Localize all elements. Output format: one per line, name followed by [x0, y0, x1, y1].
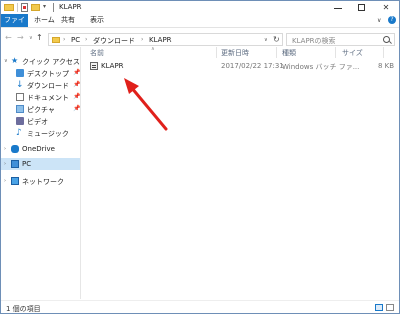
column-header-type[interactable]: 種類 [282, 47, 296, 59]
nav-item-documents[interactable]: ドキュメント 📌 [1, 91, 80, 103]
address-dropdown-icon[interactable]: ∨ [264, 37, 268, 43]
pin-icon[interactable]: 📌 [73, 69, 80, 76]
customize-quick-access-icon[interactable]: ▾ [43, 3, 46, 10]
ribbon: ファイル ホーム 共有 表示 ∨ ? [1, 14, 399, 37]
forward-arrow-icon[interactable]: → [17, 33, 24, 42]
address-bar[interactable]: › PC › ダウンロード › KLAPR ∨ ↻ [48, 33, 283, 46]
star-icon: ★ [11, 56, 19, 65]
new-folder-icon[interactable] [31, 4, 40, 11]
properties-icon[interactable] [21, 3, 28, 12]
status-bar: 1 個の項目 [1, 300, 399, 314]
nav-item-pictures[interactable]: ピクチャ 📌 [1, 103, 80, 115]
column-divider[interactable] [335, 47, 336, 58]
nav-item-label: ダウンロード [27, 82, 69, 90]
window-title: KLAPR [59, 3, 82, 11]
maximize-icon [358, 4, 365, 11]
pictures-icon [16, 105, 24, 113]
pin-icon[interactable]: 📌 [73, 81, 80, 88]
nav-item-music[interactable]: ♪ ミュージック [1, 127, 80, 139]
folder-icon [4, 4, 14, 11]
nav-item-videos[interactable]: ビデオ [1, 115, 80, 127]
breadcrumb-separator[interactable]: › [63, 36, 65, 43]
collapsed-chevron-icon[interactable]: › [4, 146, 6, 152]
divider [17, 3, 18, 12]
batch-file-icon [90, 62, 98, 70]
breadcrumb-downloads[interactable]: ダウンロード [93, 36, 135, 46]
computer-icon [11, 160, 19, 168]
minimize-button[interactable] [327, 1, 349, 14]
file-type: Windows バッチ ファ... [282, 63, 360, 71]
back-arrow-icon[interactable]: ← [5, 33, 12, 42]
nav-item-quick-access[interactable]: ∨ ★ クイック アクセス [1, 55, 80, 67]
nav-item-label: ピクチャ [27, 106, 55, 114]
document-icon [16, 93, 24, 101]
search-icon [383, 36, 390, 43]
breadcrumb-pc[interactable]: PC [71, 36, 80, 44]
desktop-icon [16, 69, 24, 77]
minimize-icon [334, 8, 342, 9]
divider [53, 3, 54, 12]
column-header-size[interactable]: サイズ [342, 47, 363, 59]
breadcrumb-klapr[interactable]: KLAPR [149, 36, 172, 44]
address-row: ← → ∨ ↑ › PC › ダウンロード › KLAPR ∨ ↻ KLAPRの… [1, 31, 399, 47]
nav-item-downloads[interactable]: ↓ ダウンロード 📌 [1, 79, 80, 91]
column-header-modified[interactable]: 更新日時 [221, 47, 249, 59]
help-icon[interactable]: ? [388, 16, 396, 24]
close-button[interactable]: ✕ [375, 1, 397, 14]
nav-item-desktop[interactable]: デスクトップ 📌 [1, 67, 80, 79]
search-box[interactable]: KLAPRの検索 [286, 33, 395, 46]
nav-item-label: PC [22, 160, 32, 168]
column-divider[interactable] [216, 47, 217, 58]
large-icons-view-icon[interactable] [386, 304, 394, 311]
tab-view[interactable]: 表示 [90, 14, 104, 27]
video-icon [16, 117, 24, 125]
nav-item-label: クイック アクセス [22, 58, 80, 66]
column-divider[interactable] [383, 47, 384, 58]
item-count: 1 個の項目 [6, 305, 41, 313]
nav-item-onedrive[interactable]: › OneDrive [1, 143, 80, 155]
tab-home[interactable]: ホーム [34, 14, 55, 27]
recent-locations-chevron-icon[interactable]: ∨ [29, 35, 33, 41]
maximize-button[interactable] [351, 1, 373, 14]
nav-item-label: デスクトップ [27, 70, 69, 78]
sort-caret-icon[interactable]: ∧ [151, 46, 155, 52]
expanded-chevron-icon[interactable]: ∨ [4, 58, 8, 64]
nav-item-label: ネットワーク [22, 178, 64, 186]
details-view-icon[interactable] [375, 304, 383, 311]
breadcrumb-separator[interactable]: › [85, 36, 87, 43]
pin-icon[interactable]: 📌 [73, 93, 80, 100]
nav-item-label: ビデオ [27, 118, 48, 126]
file-list: 名前 ∧ 更新日時 種類 サイズ KLAPR 2017/02/22 17:31 … [81, 46, 399, 299]
nav-item-label: ドキュメント [27, 94, 69, 102]
file-modified: 2017/02/22 17:31 [221, 62, 284, 70]
nav-item-label: OneDrive [22, 145, 55, 153]
network-icon [11, 177, 19, 185]
breadcrumb-separator[interactable]: › [141, 36, 143, 43]
pin-icon[interactable]: 📌 [73, 105, 80, 112]
tab-share[interactable]: 共有 [61, 14, 75, 27]
title-bar: ▾ KLAPR ✕ [1, 1, 399, 14]
search-input[interactable]: KLAPRの検索 [292, 36, 336, 46]
collapsed-chevron-icon[interactable]: › [4, 161, 6, 167]
column-header-name[interactable]: 名前 [90, 47, 104, 59]
file-name[interactable]: KLAPR [101, 62, 124, 70]
refresh-icon[interactable]: ↻ [273, 35, 280, 44]
download-arrow-icon: ↓ [16, 80, 24, 90]
music-note-icon: ♪ [16, 128, 22, 138]
nav-item-label: ミュージック [27, 130, 69, 138]
cloud-icon [11, 145, 19, 153]
expand-ribbon-icon[interactable]: ∨ [377, 17, 381, 24]
nav-item-pc[interactable]: › PC [1, 158, 80, 170]
folder-icon [52, 37, 60, 43]
table-row[interactable]: KLAPR 2017/02/22 17:31 Windows バッチ ファ...… [87, 60, 395, 72]
file-size: 8 KB [378, 62, 395, 70]
column-divider[interactable] [276, 47, 277, 58]
collapsed-chevron-icon[interactable]: › [4, 178, 6, 184]
navigation-pane: ∨ ★ クイック アクセス デスクトップ 📌 ↓ ダウンロード 📌 ドキュメント… [1, 47, 81, 299]
nav-item-network[interactable]: › ネットワーク [1, 175, 80, 187]
up-arrow-icon[interactable]: ↑ [36, 33, 43, 42]
explorer-window: ▾ KLAPR ✕ ファイル ホーム 共有 表示 ∨ ? ← → ∨ ↑ › P… [0, 0, 400, 314]
tab-file[interactable]: ファイル [1, 14, 28, 37]
